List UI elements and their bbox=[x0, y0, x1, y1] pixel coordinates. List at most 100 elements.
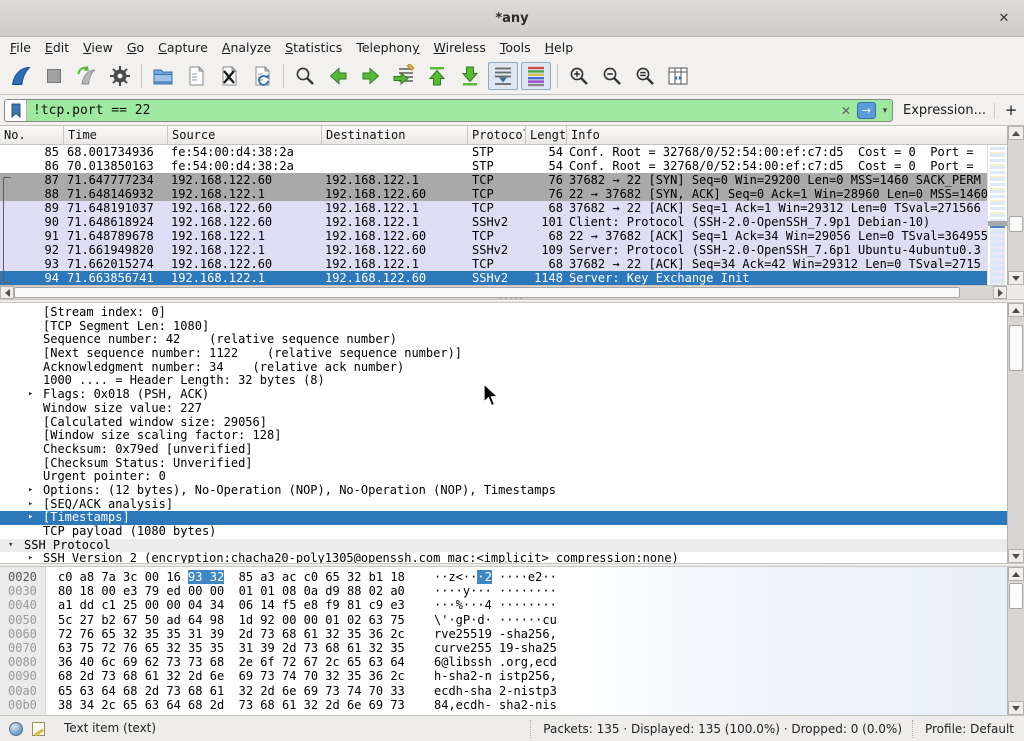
auto-scroll-button[interactable] bbox=[488, 62, 518, 90]
column-header-length[interactable]: Length bbox=[526, 126, 567, 144]
profile-status[interactable]: Profile: Default bbox=[912, 720, 1014, 738]
intelligent-scrollbar-minimap[interactable] bbox=[987, 145, 1007, 285]
collapsed-arrow-icon[interactable]: ▸ bbox=[28, 388, 33, 402]
hex-bytes[interactable]: 36 40 6c 69 62 73 73 68 2e 6f 72 67 2c 6… bbox=[58, 655, 416, 669]
hex-row-0020[interactable]: 0020c0 a8 7a 3c 00 16 93 32 85 a3 ac c0 … bbox=[0, 570, 1007, 584]
capture-comment-icon[interactable] bbox=[32, 722, 45, 736]
packet-row-88[interactable]: 8871.648146932192.168.122.1192.168.122.6… bbox=[0, 187, 987, 201]
menu-capture[interactable]: Capture bbox=[151, 38, 215, 57]
detail-line-6[interactable]: ▸Flags: 0x018 (PSH, ACK) bbox=[0, 388, 1007, 402]
packet-row-90[interactable]: 9071.648618924192.168.122.60192.168.122.… bbox=[0, 215, 987, 229]
go-last-packet-button[interactable] bbox=[455, 62, 485, 90]
scroll-left-button[interactable] bbox=[0, 286, 14, 299]
column-header-no[interactable]: No. bbox=[0, 126, 64, 144]
hex-row-00a0[interactable]: 00a065 63 64 68 2d 73 68 61 32 2d 6e 69 … bbox=[0, 684, 1007, 698]
hex-row-0080[interactable]: 008036 40 6c 69 62 73 73 68 2e 6f 72 67 … bbox=[0, 655, 1007, 669]
detail-line-3[interactable]: [Next sequence number: 1122 (relative se… bbox=[0, 347, 1007, 361]
packet-row-86[interactable]: 8670.013850163fe:54:00:d4:38:2aSTP54Conf… bbox=[0, 159, 987, 173]
capture-options-button[interactable] bbox=[105, 62, 135, 90]
hex-row-0040[interactable]: 0040a1 dd c1 25 00 00 04 34 06 14 f5 e8 … bbox=[0, 598, 1007, 612]
menu-wireless[interactable]: Wireless bbox=[427, 38, 493, 57]
collapsed-arrow-icon[interactable]: ▸ bbox=[28, 484, 33, 498]
bytes-vscrollbar[interactable] bbox=[1007, 567, 1024, 715]
scroll-thumb[interactable] bbox=[1009, 216, 1023, 232]
detail-line-14[interactable]: ▸[SEQ/ACK analysis] bbox=[0, 498, 1007, 512]
zoom-in-button[interactable] bbox=[564, 62, 594, 90]
hex-row-0070[interactable]: 007063 75 72 76 65 32 35 35 31 39 2d 73 … bbox=[0, 641, 1007, 655]
close-button[interactable]: ✕ bbox=[992, 0, 1016, 37]
scroll-down-button[interactable] bbox=[1008, 271, 1024, 285]
scroll-down-button[interactable] bbox=[1008, 701, 1024, 715]
ascii-bytes[interactable]: 6@libssh .org,ecd bbox=[434, 655, 557, 669]
hex-row-0060[interactable]: 006072 76 65 32 35 35 31 39 2d 73 68 61 … bbox=[0, 627, 1007, 641]
menu-edit[interactable]: Edit bbox=[38, 38, 76, 57]
packet-row-93[interactable]: 9371.662015274192.168.122.60192.168.122.… bbox=[0, 257, 987, 271]
menu-tools[interactable]: Tools bbox=[493, 38, 538, 57]
detail-line-8[interactable]: [Calculated window size: 29056] bbox=[0, 416, 1007, 430]
detail-line-17[interactable]: ▾SSH Protocol bbox=[0, 539, 1007, 553]
hex-bytes[interactable]: 80 18 00 e3 79 ed 00 00 01 01 08 0a d9 8… bbox=[58, 584, 416, 598]
find-packet-button[interactable] bbox=[290, 62, 320, 90]
scroll-thumb[interactable] bbox=[14, 287, 960, 298]
expression-button[interactable]: Expression... bbox=[903, 95, 986, 126]
packet-row-91[interactable]: 9171.648789678192.168.122.1192.168.122.6… bbox=[0, 229, 987, 243]
detail-line-1[interactable]: [TCP Segment Len: 1080] bbox=[0, 320, 1007, 334]
detail-line-12[interactable]: Urgent pointer: 0 bbox=[0, 470, 1007, 484]
hex-bytes[interactable]: c0 a8 7a 3c 00 16 93 32 85 a3 ac c0 65 3… bbox=[58, 570, 416, 584]
hex-bytes[interactable]: 38 34 2c 65 63 64 68 2d 73 68 61 32 2d 6… bbox=[58, 698, 416, 712]
menu-go[interactable]: Go bbox=[120, 38, 151, 57]
ascii-bytes[interactable]: \'·gP·d· ······cu bbox=[434, 613, 557, 627]
column-header-info[interactable]: Info bbox=[567, 126, 1007, 144]
detail-line-11[interactable]: [Checksum Status: Unverified] bbox=[0, 457, 1007, 471]
filter-bookmark-button[interactable] bbox=[5, 100, 27, 121]
hex-row-0090[interactable]: 009068 2d 73 68 61 32 2d 6e 69 73 74 70 … bbox=[0, 669, 1007, 683]
zoom-reset-button[interactable] bbox=[630, 62, 660, 90]
column-header-source[interactable]: Source bbox=[168, 126, 322, 144]
display-filter-input[interactable]: !tcp.port == 22 ✕ → ▾ bbox=[4, 99, 893, 122]
hex-bytes[interactable]: 72 76 65 32 35 35 31 39 2d 73 68 61 32 3… bbox=[58, 627, 416, 641]
menu-statistics[interactable]: Statistics bbox=[278, 38, 349, 57]
expanded-arrow-icon[interactable]: ▾ bbox=[8, 539, 13, 553]
detail-line-10[interactable]: Checksum: 0x79ed [unverified] bbox=[0, 443, 1007, 457]
menu-analyze[interactable]: Analyze bbox=[215, 38, 278, 57]
ascii-bytes[interactable]: ··z<···2 ····e2·· bbox=[434, 570, 557, 584]
packet-row-87[interactable]: 8771.647777234192.168.122.60192.168.122.… bbox=[0, 173, 987, 187]
hex-bytes[interactable]: 5c 27 b2 67 50 ad 64 98 1d 92 00 00 01 0… bbox=[58, 613, 416, 627]
add-filter-button[interactable]: + bbox=[1002, 95, 1020, 126]
menu-help[interactable]: Help bbox=[538, 38, 581, 57]
menu-telephony[interactable]: Telephony bbox=[349, 38, 426, 57]
detail-line-7[interactable]: Window size value: 227 bbox=[0, 402, 1007, 416]
menu-view[interactable]: View bbox=[76, 38, 120, 57]
ascii-bytes[interactable]: 84,ecdh- sha2-nis bbox=[434, 698, 557, 712]
hex-bytes[interactable]: 65 63 64 68 2d 73 68 61 32 2d 6e 69 73 7… bbox=[58, 684, 416, 698]
ascii-bytes[interactable]: ····y··· ········ bbox=[434, 584, 557, 598]
detail-line-9[interactable]: [Window size scaling factor: 128] bbox=[0, 429, 1007, 443]
expert-info-icon[interactable] bbox=[9, 722, 23, 736]
collapsed-arrow-icon[interactable]: ▸ bbox=[28, 511, 33, 525]
colorize-packets-button[interactable] bbox=[521, 62, 551, 90]
scroll-thumb[interactable] bbox=[1009, 325, 1023, 371]
ascii-bytes[interactable]: rve25519 -sha256, bbox=[434, 627, 557, 641]
detail-line-0[interactable]: [Stream index: 0] bbox=[0, 306, 1007, 320]
save-capture-file-button[interactable] bbox=[181, 62, 211, 90]
packet-row-92[interactable]: 9271.661949820192.168.122.1192.168.122.6… bbox=[0, 243, 987, 257]
hex-bytes[interactable]: 68 2d 73 68 61 32 2d 6e 69 73 74 70 32 3… bbox=[58, 669, 416, 683]
ascii-bytes[interactable]: ecdh-sha 2-nistp3 bbox=[434, 684, 557, 698]
go-back-button[interactable] bbox=[323, 62, 353, 90]
scroll-up-button[interactable] bbox=[1008, 126, 1024, 140]
stop-capture-button[interactable] bbox=[39, 62, 69, 90]
resize-columns-button[interactable] bbox=[663, 62, 693, 90]
hex-row-00b0[interactable]: 00b038 34 2c 65 63 64 68 2d 73 68 61 32 … bbox=[0, 698, 1007, 712]
scroll-right-button[interactable] bbox=[993, 286, 1007, 299]
ascii-bytes[interactable]: h-sha2-n istp256, bbox=[434, 669, 557, 683]
filter-text[interactable]: !tcp.port == 22 bbox=[27, 103, 837, 118]
details-vscrollbar[interactable] bbox=[1007, 303, 1024, 563]
collapsed-arrow-icon[interactable]: ▸ bbox=[28, 552, 33, 563]
column-header-destination[interactable]: Destination bbox=[322, 126, 468, 144]
reload-capture-file-button[interactable] bbox=[247, 62, 277, 90]
detail-line-13[interactable]: ▸Options: (12 bytes), No-Operation (NOP)… bbox=[0, 484, 1007, 498]
scroll-thumb[interactable] bbox=[1009, 583, 1023, 609]
hex-bytes[interactable]: 63 75 72 76 65 32 35 35 31 39 2d 73 68 6… bbox=[58, 641, 416, 655]
hex-row-0030[interactable]: 003080 18 00 e3 79 ed 00 00 01 01 08 0a … bbox=[0, 584, 1007, 598]
detail-line-5[interactable]: 1000 .... = Header Length: 32 bytes (8) bbox=[0, 374, 1007, 388]
